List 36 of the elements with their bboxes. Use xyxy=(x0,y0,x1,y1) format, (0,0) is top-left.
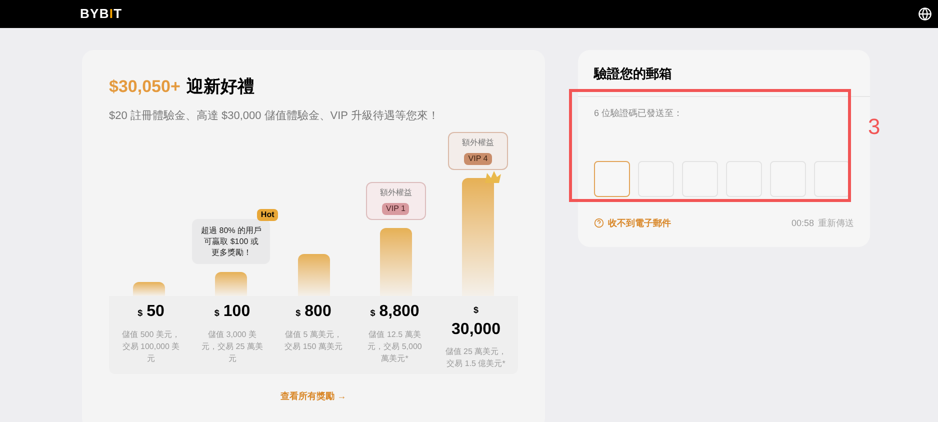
code-prompt: 6 位驗證碼已發送至： xyxy=(594,107,684,120)
reward-amount: 8,800 xyxy=(379,304,420,320)
hot-badge: Hot xyxy=(256,209,278,221)
reward-condition: 儲值 3,000 美元，交易 25 萬美元 xyxy=(201,328,264,364)
promo-title: 迎新好禮 xyxy=(186,76,254,98)
reward-amount: 100 xyxy=(223,304,250,320)
view-rewards-link[interactable]: 查看所有獎勵 → xyxy=(280,390,346,404)
verify-title: 驗證您的郵箱 xyxy=(594,66,672,81)
code-digit-field[interactable] xyxy=(594,160,630,196)
currency-sign: $ xyxy=(473,304,478,317)
vip-badge: VIP 1 xyxy=(382,203,410,215)
promo-amount: $30,050+ xyxy=(109,76,180,98)
benefit-label: 額外權益 xyxy=(380,187,412,199)
benefit-label: 額外權益 xyxy=(462,137,494,149)
help-icon xyxy=(594,218,604,228)
annotation-number: 3 xyxy=(868,113,880,141)
reward-amount: 30,000 xyxy=(452,322,500,338)
currency-sign: $ xyxy=(214,307,220,320)
currency-sign: $ xyxy=(138,307,143,320)
tooltip-text: 超過 80% 的用戶可贏取 $100 或更多獎勵！ xyxy=(200,225,262,258)
reward-condition: 儲值 5 萬美元，交易 150 萬美元 xyxy=(284,328,344,352)
logo[interactable]: BYBIT xyxy=(80,4,122,24)
reward-amount: 800 xyxy=(304,304,332,320)
crown-icon xyxy=(484,170,502,184)
promo-subtitle: $20 註冊體驗金、高達 $30,000 儲值體驗金、VIP 升級待遇等您來！ xyxy=(109,108,440,124)
currency-sign: $ xyxy=(296,307,301,320)
reward-condition: 儲值 12.5 萬美元，交易 5,000 萬美元* xyxy=(366,328,423,364)
currency-sign: $ xyxy=(370,307,376,320)
help-link[interactable]: 收不到電子郵件 xyxy=(594,216,671,230)
resend-link[interactable]: 重新傳送 xyxy=(818,216,854,230)
reward-amount: 50 xyxy=(146,304,164,320)
reward-condition: 儲值 500 美元，交易 100,000 美元 xyxy=(121,328,181,364)
countdown-timer: 00:58 xyxy=(791,216,814,230)
vip-badge: VIP 4 xyxy=(464,153,492,165)
reward-condition: 儲值 25 萬美元，交易 1.5 億美元* xyxy=(445,346,507,370)
globe-icon[interactable] xyxy=(918,7,932,21)
